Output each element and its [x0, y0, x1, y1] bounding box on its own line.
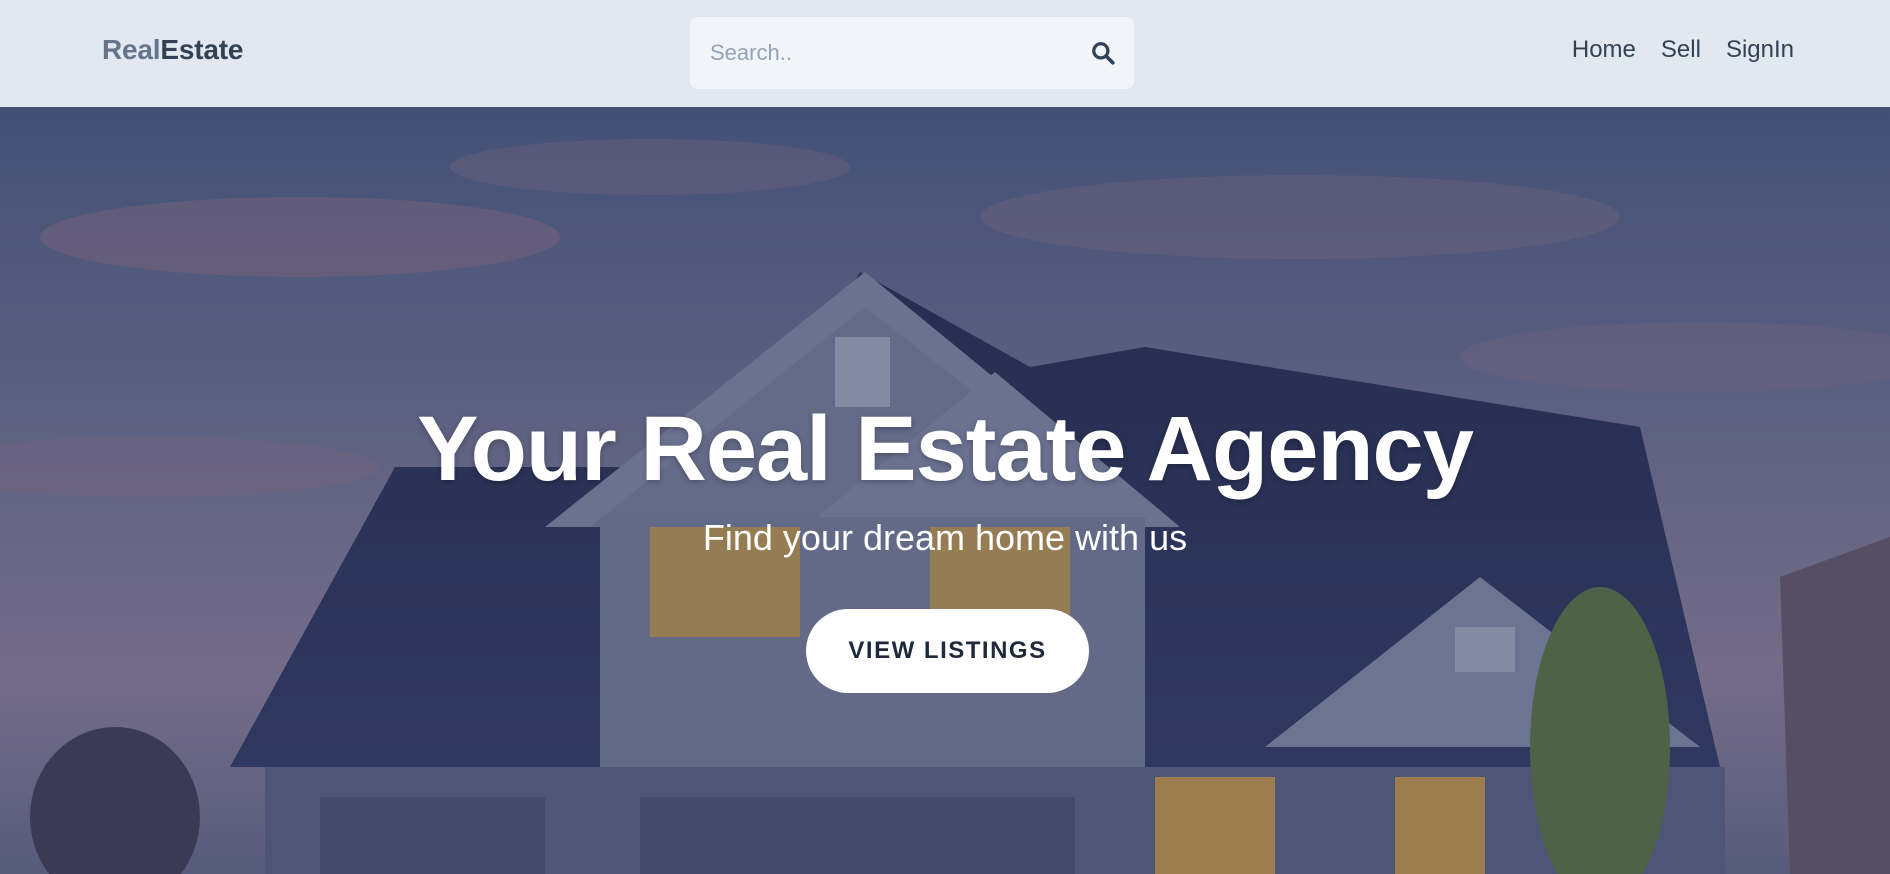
site-logo[interactable]: RealEstate	[102, 34, 243, 66]
nav-sell[interactable]: Sell	[1661, 36, 1701, 64]
nav-signin[interactable]: SignIn	[1726, 36, 1794, 64]
search-input[interactable]	[708, 39, 1090, 67]
hero-subtitle: Find your dream home with us	[702, 517, 1188, 558]
nav-home[interactable]: Home	[1572, 36, 1636, 64]
search-icon[interactable]	[1090, 40, 1116, 66]
site-header: RealEstate Home Sell SignIn	[0, 0, 1890, 107]
search-bar	[690, 17, 1134, 89]
view-listings-button[interactable]: VIEW LISTINGS	[806, 609, 1089, 693]
hero-content: Your Real Estate Agency Find your dream …	[0, 107, 1890, 874]
logo-real: Real	[102, 34, 161, 65]
main-nav: Home Sell SignIn	[1572, 36, 1794, 64]
hero-section: Your Real Estate Agency Find your dream …	[0, 107, 1890, 874]
hero-title: Your Real Estate Agency	[417, 398, 1474, 500]
logo-estate: Estate	[160, 34, 244, 65]
